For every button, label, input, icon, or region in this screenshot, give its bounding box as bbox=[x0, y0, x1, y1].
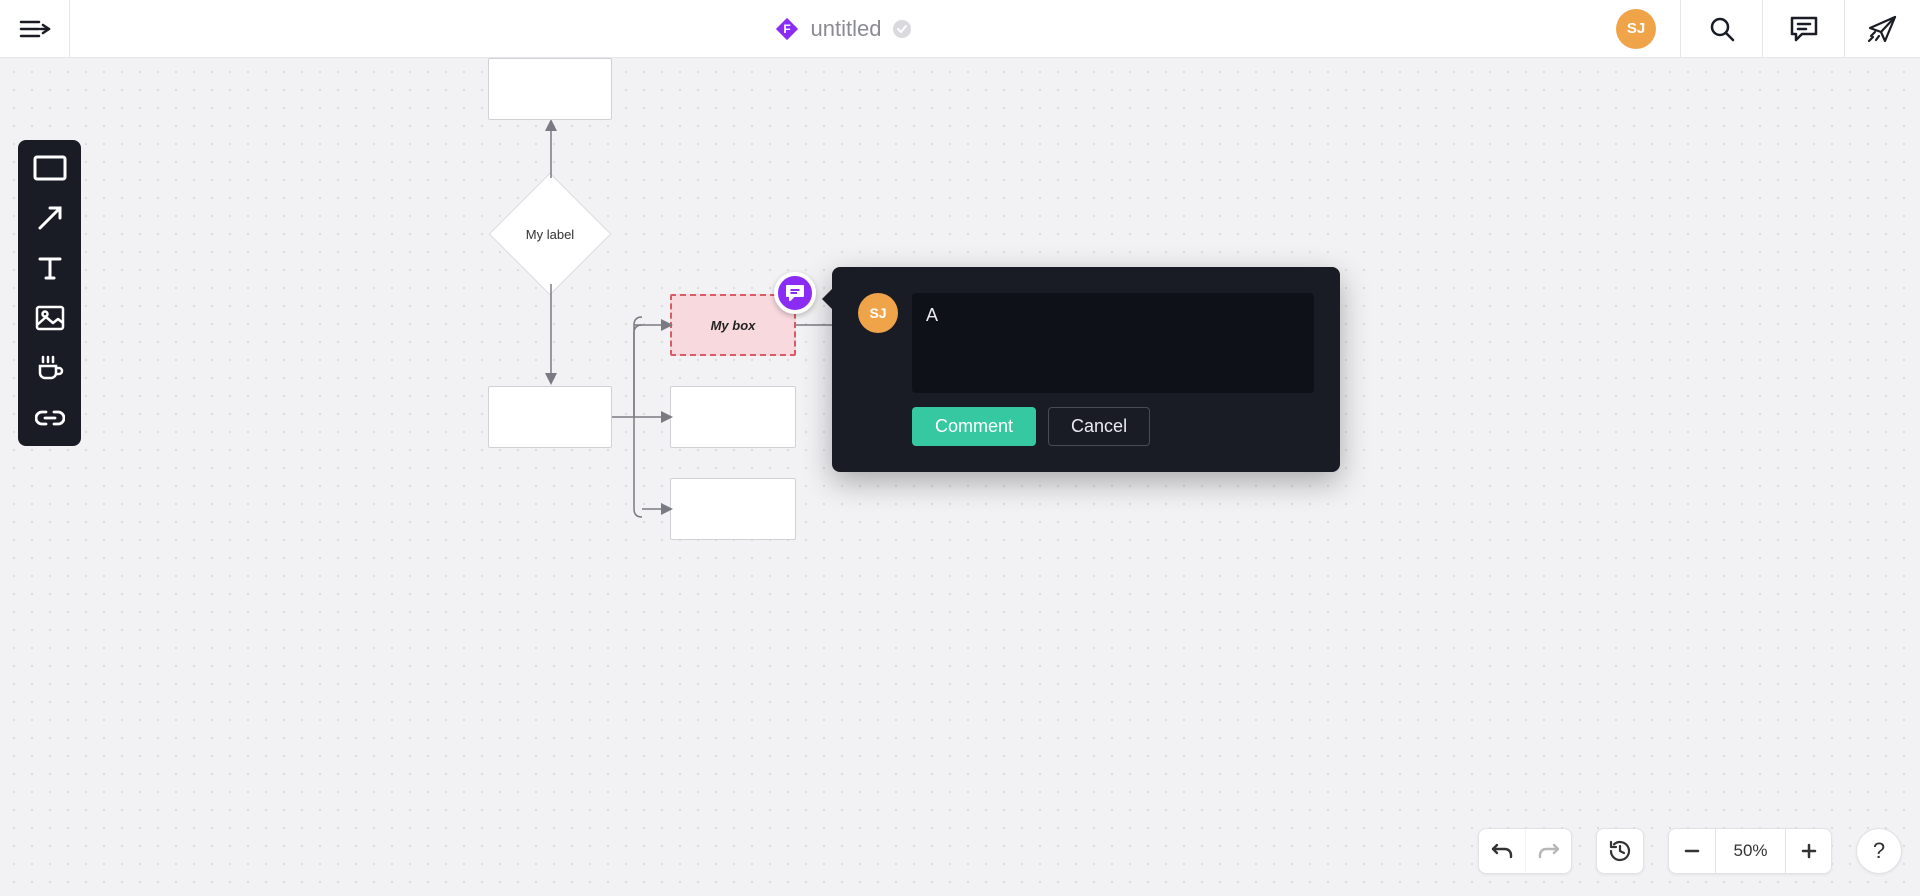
menu-toggle[interactable] bbox=[0, 0, 70, 57]
minus-icon bbox=[1683, 842, 1701, 860]
connector-sel-right bbox=[796, 319, 836, 331]
flow-node-middle[interactable] bbox=[488, 386, 612, 448]
redo-button[interactable] bbox=[1525, 829, 1571, 873]
document-title[interactable]: untitled bbox=[811, 16, 882, 42]
comment-author-avatar: SJ bbox=[858, 293, 898, 333]
comments-button[interactable] bbox=[1762, 0, 1844, 57]
search-button[interactable] bbox=[1680, 0, 1762, 57]
zoom-group: 50% bbox=[1668, 828, 1832, 874]
tool-text[interactable] bbox=[31, 252, 69, 284]
app-logo-icon: F bbox=[775, 17, 799, 41]
text-icon bbox=[36, 254, 64, 282]
user-avatar[interactable]: SJ bbox=[1616, 9, 1656, 49]
tool-image[interactable] bbox=[31, 302, 69, 334]
arrow-icon bbox=[36, 204, 64, 232]
help-button[interactable]: ? bbox=[1856, 828, 1902, 874]
flow-node-decision[interactable]: My label bbox=[490, 174, 610, 294]
undo-button[interactable] bbox=[1479, 829, 1525, 873]
zoom-out-button[interactable] bbox=[1669, 829, 1715, 873]
zoom-in-button[interactable] bbox=[1785, 829, 1831, 873]
connector-1 bbox=[545, 120, 557, 180]
tool-component[interactable] bbox=[31, 352, 69, 384]
tool-link[interactable] bbox=[31, 402, 69, 434]
comment-submit-button[interactable]: Comment bbox=[912, 407, 1036, 446]
share-button[interactable] bbox=[1844, 0, 1920, 57]
tool-rectangle[interactable] bbox=[31, 152, 69, 184]
history-group bbox=[1596, 828, 1644, 874]
canvas-controls: 50% ? bbox=[1478, 828, 1902, 874]
redo-icon bbox=[1538, 841, 1560, 861]
comment-input[interactable] bbox=[912, 293, 1314, 393]
top-bar: F untitled SJ bbox=[0, 0, 1920, 58]
comment-thread-badge[interactable] bbox=[774, 272, 816, 314]
message-icon bbox=[1789, 15, 1819, 43]
connector-3 bbox=[612, 313, 674, 523]
history-button[interactable] bbox=[1597, 829, 1643, 873]
flow-node-right-2[interactable] bbox=[670, 386, 796, 448]
undo-redo-group bbox=[1478, 828, 1572, 874]
tool-arrow[interactable] bbox=[31, 202, 69, 234]
menu-arrow-icon bbox=[19, 17, 51, 41]
rectangle-icon bbox=[33, 155, 67, 181]
history-icon bbox=[1608, 839, 1632, 863]
canvas[interactable]: My label My box bbox=[0, 58, 1920, 896]
plus-icon bbox=[1800, 842, 1818, 860]
connector-2 bbox=[545, 284, 557, 386]
flow-node-right-3[interactable] bbox=[670, 478, 796, 540]
zoom-level[interactable]: 50% bbox=[1715, 829, 1785, 873]
send-icon bbox=[1867, 14, 1899, 44]
link-icon bbox=[35, 408, 65, 428]
help-icon: ? bbox=[1873, 838, 1885, 864]
comment-cancel-button[interactable]: Cancel bbox=[1048, 407, 1150, 446]
sync-status-icon bbox=[893, 20, 911, 38]
decision-label: My label bbox=[526, 227, 574, 242]
message-icon bbox=[785, 284, 805, 302]
undo-icon bbox=[1491, 841, 1513, 861]
svg-text:F: F bbox=[783, 22, 790, 36]
search-icon bbox=[1708, 15, 1736, 43]
flow-node-top[interactable] bbox=[488, 58, 612, 120]
comment-popover: SJ Comment Cancel bbox=[832, 267, 1340, 472]
image-icon bbox=[35, 305, 65, 331]
coffee-icon bbox=[36, 354, 64, 382]
tool-palette bbox=[18, 140, 81, 446]
selected-box-label: My box bbox=[711, 318, 756, 333]
